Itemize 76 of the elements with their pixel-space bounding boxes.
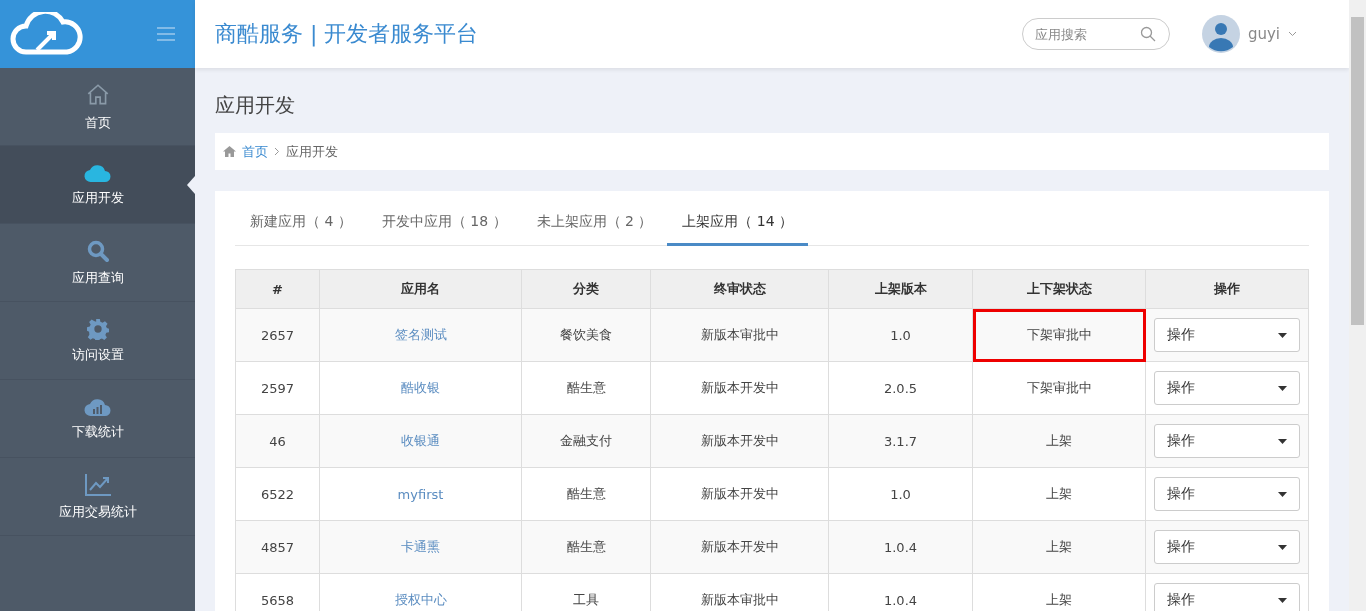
column-header: 上架版本 bbox=[828, 269, 973, 309]
active-pointer bbox=[187, 175, 195, 194]
table-cell: 酷生意 bbox=[521, 361, 651, 415]
table-cell: 5658 bbox=[235, 573, 320, 611]
search-icon[interactable] bbox=[1139, 26, 1156, 42]
avatar-icon[interactable] bbox=[1201, 15, 1240, 53]
caret-icon bbox=[1278, 597, 1287, 603]
table-cell: 新版本开发中 bbox=[650, 361, 829, 415]
app-name-link[interactable]: 收银通 bbox=[401, 433, 440, 448]
search-icon bbox=[85, 238, 110, 263]
table-cell: 餐饮美食 bbox=[521, 308, 651, 362]
page-title: 应用开发 bbox=[215, 92, 296, 119]
table-cell: 46 bbox=[235, 414, 320, 468]
tab[interactable]: 上架应用（ 14 ） bbox=[667, 203, 809, 246]
caret-icon bbox=[1278, 385, 1287, 391]
user-name[interactable]: guyi bbox=[1247, 25, 1280, 43]
table-cell: 上架 bbox=[972, 520, 1146, 574]
table-cell: 1.0.4 bbox=[828, 520, 973, 574]
action-dropdown[interactable]: 操作 bbox=[1154, 477, 1300, 511]
column-header: # bbox=[235, 269, 320, 309]
column-header: 分类 bbox=[521, 269, 651, 309]
breadcrumb-current: 应用开发 bbox=[286, 142, 338, 161]
table-cell: 1.0 bbox=[828, 308, 973, 362]
action-dropdown[interactable]: 操作 bbox=[1154, 424, 1300, 458]
table-cell: 下架审批中 bbox=[972, 361, 1146, 415]
scrollbar-thumb[interactable] bbox=[1351, 17, 1364, 325]
tab[interactable]: 未上架应用（ 2 ） bbox=[521, 203, 668, 246]
table-cell: 新版本开发中 bbox=[650, 467, 829, 521]
trend-chart-icon bbox=[83, 472, 112, 497]
table-cell: 新版本开发中 bbox=[650, 520, 829, 574]
search-field[interactable]: 应用搜索 bbox=[1021, 18, 1170, 50]
app-name-link[interactable]: 授权中心 bbox=[394, 592, 447, 607]
column-header: 终审状态 bbox=[650, 269, 829, 309]
sidebar-item[interactable]: 应用开发 bbox=[0, 146, 195, 224]
table-cell: 新版本审批中 bbox=[650, 308, 829, 362]
table-cell: 2597 bbox=[235, 361, 320, 415]
table-cell: 上架 bbox=[972, 414, 1146, 468]
app-title: 商酷服务 | 开发者服务平台 bbox=[215, 20, 480, 49]
column-header: 应用名 bbox=[319, 269, 522, 309]
tab[interactable]: 新建应用（ 4 ） bbox=[235, 203, 367, 246]
table-cell: 2657 bbox=[235, 308, 320, 362]
app-name-link[interactable]: 酷收银 bbox=[401, 380, 440, 395]
table-cell: 上架 bbox=[972, 467, 1146, 521]
cloud-chart-icon bbox=[83, 396, 112, 417]
table-cell: 新版本开发中 bbox=[650, 414, 829, 468]
app-name-link[interactable]: 卡通熏 bbox=[401, 539, 440, 554]
app-name-link[interactable]: 签名测试 bbox=[394, 327, 447, 342]
table-cell: 酷生意 bbox=[521, 467, 651, 521]
breadcrumb-link[interactable]: 首页 bbox=[242, 142, 268, 161]
table-cell: 3.1.7 bbox=[828, 414, 973, 468]
caret-icon bbox=[1278, 438, 1287, 444]
column-header: 上下架状态 bbox=[972, 269, 1146, 309]
action-dropdown[interactable]: 操作 bbox=[1154, 371, 1300, 405]
column-header: 操作 bbox=[1145, 269, 1309, 309]
cloud-icon bbox=[83, 162, 112, 183]
gear-icon bbox=[86, 317, 109, 340]
scrollbar[interactable] bbox=[1349, 0, 1366, 611]
menu-icon[interactable] bbox=[157, 27, 175, 41]
app-name-link[interactable]: myfirst bbox=[397, 486, 444, 502]
chevron-right-icon bbox=[274, 147, 280, 156]
table-cell: 2.0.5 bbox=[828, 361, 973, 415]
home-icon bbox=[223, 146, 236, 157]
caret-icon bbox=[1278, 544, 1287, 550]
caret-icon bbox=[1278, 491, 1287, 497]
chevron-down-icon[interactable] bbox=[1288, 31, 1297, 37]
action-dropdown[interactable]: 操作 bbox=[1154, 583, 1300, 611]
table-cell: 6522 bbox=[235, 467, 320, 521]
table-cell: 酷生意 bbox=[521, 520, 651, 574]
highlighted-cell: 下架审批中 bbox=[972, 308, 1146, 362]
caret-icon bbox=[1278, 332, 1287, 338]
tab[interactable]: 开发中应用（ 18 ） bbox=[366, 203, 522, 246]
action-dropdown[interactable]: 操作 bbox=[1154, 530, 1300, 564]
table-cell: 1.0 bbox=[828, 467, 973, 521]
table-cell: 金融支付 bbox=[521, 414, 651, 468]
table-cell: 4857 bbox=[235, 520, 320, 574]
action-dropdown[interactable]: 操作 bbox=[1154, 318, 1300, 352]
